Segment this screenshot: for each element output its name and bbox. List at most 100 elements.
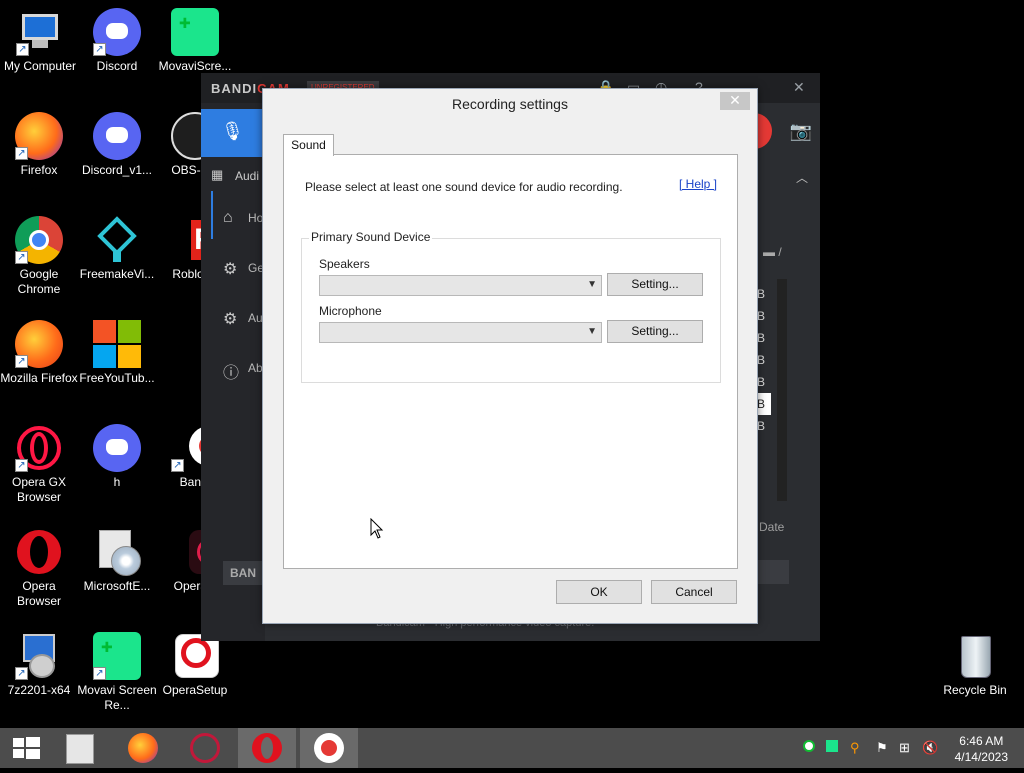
taskbar-opera-gx[interactable] — [176, 728, 234, 768]
desktop-icon-label: FreeYouTub... — [79, 371, 155, 385]
speakers-select[interactable]: ▼ — [319, 275, 602, 296]
desktop-icon-discord[interactable]: ↗ Discord — [77, 8, 157, 74]
desktop-icon-7zip[interactable]: ↗ 7z2201-x64 — [0, 632, 79, 698]
chevron-down-icon: ▼ — [587, 326, 597, 337]
desktop-icon-movaviscreen[interactable]: ✚ MovaviScre... — [155, 8, 235, 74]
tab-sound[interactable]: Sound — [283, 134, 334, 156]
desktop-icon-opera-gx[interactable]: ↗ Opera GX Browser — [0, 424, 79, 505]
file-size: B — [757, 393, 771, 415]
file-size: B — [757, 331, 766, 345]
camera-icon[interactable]: 📷 — [790, 121, 812, 142]
dialog-close-button[interactable]: ✕ — [720, 92, 750, 110]
flag-icon[interactable]: ⚑ — [876, 740, 888, 756]
volume-muted-icon[interactable]: 🔇 — [922, 740, 938, 756]
file-size: B — [757, 419, 766, 433]
start-button[interactable] — [0, 728, 58, 768]
freemake-icon — [93, 216, 141, 264]
sound-panel: Please select at least one sound device … — [283, 154, 738, 569]
taskbar-installer[interactable] — [52, 728, 110, 768]
audio-icon[interactable]: ⚙ — [223, 309, 237, 329]
chevron-down-icon: ▼ — [587, 279, 597, 290]
firefox-icon: ↗ — [15, 320, 63, 368]
opera-icon — [252, 733, 282, 763]
recycle-bin-icon — [951, 632, 999, 680]
file-size: B — [757, 353, 766, 367]
bandicam-bottom-button[interactable]: BAN — [223, 561, 263, 585]
search-tray-icon[interactable]: ⚲ — [850, 740, 860, 756]
desktop-icon-label: My Computer — [3, 59, 77, 73]
clock-date: 4/14/2023 — [954, 750, 1008, 764]
desktop-icon-recycle-bin[interactable]: Recycle Bin — [935, 632, 1015, 698]
bandicam-tray-icon[interactable] — [803, 740, 815, 755]
start-icon — [13, 737, 40, 759]
desktop-icon-label: Recycle Bin — [943, 683, 1007, 697]
desktop-icon-firefox[interactable]: ↗ Firefox — [0, 112, 79, 178]
microphone-icon: 🎙 — [221, 121, 244, 141]
desktop-icon-label: Discord_v1... — [81, 163, 153, 177]
desktop-icon-label: Mozilla Firefox — [0, 371, 78, 385]
instruction-text: Please select at least one sound device … — [305, 180, 623, 194]
desktop-icon-operasetup[interactable]: OperaSetup — [155, 632, 235, 698]
folder-path-icon: ▬ / — [763, 245, 782, 259]
cancel-button[interactable]: Cancel — [651, 580, 737, 604]
movavi-tray-icon[interactable] — [826, 740, 838, 755]
network-icon[interactable]: ⊞ — [899, 740, 910, 756]
desktop-icon-label: MovaviScre... — [158, 59, 232, 73]
home-icon[interactable]: ⌂ — [223, 209, 233, 227]
desktop-icon-label: Opera GX Browser — [11, 475, 67, 504]
audio-mode-button[interactable]: 🎙 — [201, 109, 263, 157]
taskbar-opera[interactable] — [238, 728, 296, 768]
desktop-icon-label: Discord — [96, 59, 138, 73]
microphone-select[interactable]: ▼ — [319, 322, 602, 343]
info-icon[interactable]: ⓘ — [223, 359, 239, 383]
movavi-icon: ✚ ↗ — [93, 632, 141, 680]
help-link[interactable]: [ Help ] — [679, 177, 717, 191]
desktop-icon-movavi-screen-recorder[interactable]: ✚ ↗ Movavi Screen Re... — [77, 632, 157, 713]
freeyoutube-icon — [93, 320, 141, 368]
desktop-icon-label: h — [113, 475, 121, 489]
desktop-icon-freemake[interactable]: FreemakeVi... — [77, 216, 157, 282]
microphone-label: Microphone — [319, 304, 382, 318]
chevron-up-icon[interactable]: ︿ — [796, 169, 808, 186]
opera-gx-icon: ↗ — [15, 424, 63, 472]
desktop-icon-freeyoutube[interactable]: FreeYouTub... — [77, 320, 157, 386]
active-indicator — [211, 191, 213, 239]
desktop-icon-label: Opera Browser — [16, 579, 61, 608]
scrollbar[interactable] — [777, 279, 787, 501]
desktop-icon-label: FreemakeVi... — [79, 267, 155, 281]
bandicam-side-button[interactable] — [757, 560, 789, 584]
desktop-icon-label: Google Chrome — [17, 267, 61, 296]
system-clock[interactable]: 6:46 AM 4/14/2023 — [955, 733, 1008, 765]
discord-icon — [93, 112, 141, 160]
desktop-icon-microsoft-edge[interactable]: MicrosoftE... — [77, 528, 157, 594]
computer-icon: ↗ — [16, 8, 64, 56]
sidebar-item-audio[interactable]: Au — [248, 311, 263, 325]
date-column-header[interactable]: Date — [759, 520, 784, 534]
desktop-icon-label: OperaSetup — [162, 683, 228, 697]
taskbar-firefox[interactable] — [114, 728, 172, 768]
recording-settings-dialog: Recording settings ✕ Sound Please select… — [262, 88, 758, 624]
speakers-setting-button[interactable]: Setting... — [607, 273, 703, 296]
desktop-icon-discord-v1[interactable]: Discord_v1... — [77, 112, 157, 178]
taskbar-bandicam[interactable] — [300, 728, 358, 768]
file-size: B — [757, 375, 766, 389]
ok-button[interactable]: OK — [556, 580, 642, 604]
desktop-icon-h[interactable]: h — [77, 424, 157, 490]
speakers-label: Speakers — [319, 257, 370, 271]
taskbar: ⚲ ⚑ ⊞ 🔇 6:46 AM 4/14/2023 — [0, 728, 1024, 768]
close-icon[interactable]: ✕ — [793, 79, 805, 96]
clock-time: 6:46 AM — [959, 734, 1004, 748]
desktop-icon-opera-browser[interactable]: Opera Browser — [0, 528, 79, 609]
file-size: B — [757, 287, 766, 301]
microphone-setting-button[interactable]: Setting... — [607, 320, 703, 343]
sidebar-item-about[interactable]: Ab — [248, 361, 263, 375]
desktop-icon-google-chrome[interactable]: ↗ Google Chrome — [0, 216, 79, 297]
discord-icon — [93, 424, 141, 472]
opera-icon — [15, 528, 63, 576]
desktop-icon-mozilla-firefox[interactable]: ↗ Mozilla Firefox — [0, 320, 79, 386]
desktop-icon-my-computer[interactable]: ↗ My Computer — [0, 8, 80, 74]
grid-icon: ▦ — [211, 167, 224, 182]
gear-icon[interactable]: ⚙ — [223, 259, 237, 279]
desktop-icon-label: Movavi Screen Re... — [77, 683, 157, 712]
chrome-icon: ↗ — [15, 216, 63, 264]
